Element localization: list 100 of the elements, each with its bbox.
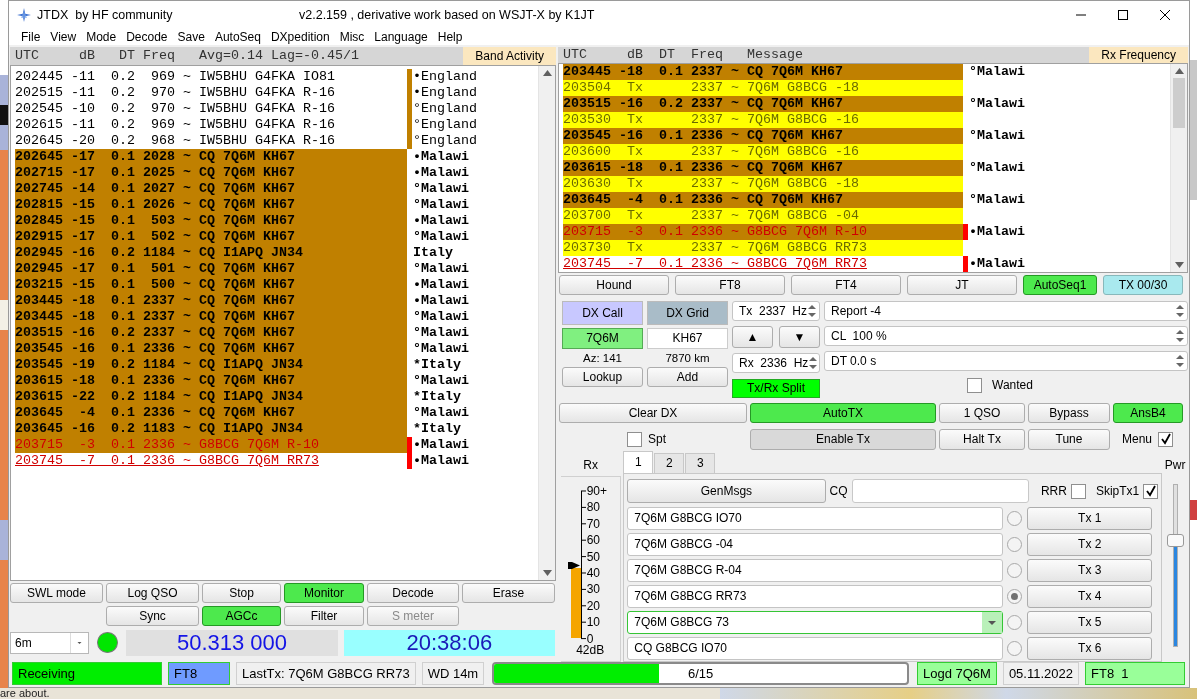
menu-item[interactable]: AutoSeq	[211, 29, 268, 44]
dx-grid-field[interactable]: KH67	[647, 327, 728, 349]
up-button[interactable]: ▲	[732, 325, 773, 348]
control-button[interactable]: Erase	[462, 582, 555, 603]
message-field[interactable]: 7Q6M G8BCG IO70	[627, 506, 1004, 530]
mode-button[interactable]: FT4	[791, 274, 901, 295]
rx-frequency-spinbox[interactable]: Rx 2336 Hz	[732, 352, 820, 373]
control-button[interactable]: Stop	[202, 582, 281, 603]
checkbox[interactable]	[967, 377, 982, 393]
tab[interactable]: 1	[623, 450, 654, 473]
control-button[interactable]: SWL mode	[10, 582, 103, 603]
generate-button[interactable]: GenMsgs	[627, 479, 826, 504]
down-button[interactable]: ▼	[779, 325, 820, 348]
distance-text: 7870 km	[664, 351, 711, 364]
meter-tick-label: 90+	[586, 482, 607, 500]
menu-item[interactable]: Mode	[83, 29, 124, 44]
country-label: °Malawi	[968, 159, 1025, 176]
menu-item[interactable]: File	[18, 29, 48, 44]
menu-item[interactable]: Decode	[123, 29, 175, 44]
radio-button[interactable]	[1007, 588, 1023, 604]
mode-button[interactable]: JT	[907, 274, 1017, 295]
country-label: °Malawi	[412, 324, 469, 341]
mode-button[interactable]: TX 00/30	[1103, 274, 1183, 295]
checkbox[interactable]	[1143, 483, 1159, 499]
checkbox[interactable]	[1158, 431, 1173, 447]
scroll-down-icon[interactable]	[542, 569, 552, 576]
tx-control-button[interactable]: Tune	[1028, 428, 1110, 450]
tx-message-button[interactable]: Tx 6	[1027, 636, 1153, 660]
action-button[interactable]: AutoTX	[750, 402, 936, 423]
message-field[interactable]: 7Q6M G8BCG R-04	[627, 558, 1004, 582]
tx-control-button[interactable]: Enable Tx	[750, 428, 936, 450]
checkbox[interactable]	[1070, 483, 1086, 499]
cq-input-field[interactable]	[851, 479, 1029, 504]
radio-button[interactable]	[1007, 510, 1023, 526]
message-field[interactable]: 7Q6M G8BCG RR73	[627, 584, 1004, 608]
spin-field[interactable]: CL 100 %	[824, 325, 1188, 346]
tx-message-button[interactable]: Tx 4	[1027, 584, 1153, 608]
action-button[interactable]: AnsB4	[1113, 402, 1183, 423]
message-field[interactable]: 7Q6M G8BCG -04	[627, 532, 1004, 556]
action-button[interactable]: Clear DX	[559, 402, 747, 423]
tab[interactable]: 3	[685, 452, 716, 473]
tx-control-button[interactable]: Halt Tx	[939, 428, 1025, 450]
checkbox[interactable]	[627, 431, 642, 447]
menu-item[interactable]: Save	[174, 29, 212, 44]
menu-item[interactable]: DXpedition	[267, 29, 337, 44]
scrollbar-thumb[interactable]	[1173, 77, 1185, 128]
checkbox-label: Wanted	[992, 378, 1033, 393]
message-combo[interactable]: 7Q6M G8BCG 73	[627, 610, 1004, 634]
radio-button[interactable]	[1007, 536, 1023, 552]
mode-button[interactable]: Hound	[559, 274, 669, 295]
spin-arrows-icon[interactable]	[1175, 327, 1185, 344]
menu-item[interactable]: Help	[434, 29, 470, 44]
control-button[interactable]: Sync	[106, 605, 199, 626]
spin-field[interactable]: DT 0.0 s	[824, 350, 1188, 371]
band-combo[interactable]: 6m	[10, 631, 90, 654]
add-button[interactable]: Add	[647, 366, 728, 387]
radio-button[interactable]	[1007, 562, 1023, 578]
control-button[interactable]: Log QSO	[106, 582, 199, 603]
tx-message-button[interactable]: Tx 1	[1027, 506, 1153, 530]
message-field[interactable]: CQ G8BCG IO70	[627, 636, 1004, 660]
menu-item[interactable]: Misc	[336, 29, 372, 44]
country-label: •Malawi	[968, 255, 1025, 272]
tx-message-button[interactable]: Tx 5	[1027, 610, 1153, 634]
radio-button[interactable]	[1007, 640, 1023, 656]
dx-call-field[interactable]: 7Q6M	[562, 327, 643, 349]
control-button[interactable]: AGCc	[202, 605, 281, 626]
scroll-up-icon[interactable]	[542, 69, 552, 76]
scroll-down-icon[interactable]	[1174, 261, 1184, 268]
menu-item[interactable]: Language	[371, 29, 435, 44]
tab[interactable]: 2	[654, 452, 685, 473]
caret-icon[interactable]	[982, 611, 1003, 633]
slider-thumb[interactable]	[1166, 533, 1184, 547]
control-button[interactable]: Decode	[367, 582, 459, 603]
country-label: •Malawi	[412, 164, 469, 181]
tx-frequency-spinbox[interactable]: Tx 2337 Hz	[732, 300, 820, 321]
maximize-icon[interactable]	[1117, 8, 1129, 21]
spin-field[interactable]: Report -4	[824, 300, 1188, 321]
mode-button[interactable]: AutoSeq1	[1023, 274, 1097, 295]
control-button[interactable]: Filter	[284, 605, 364, 626]
lookup-button[interactable]: Lookup	[562, 366, 643, 387]
action-button[interactable]: Bypass	[1028, 402, 1110, 423]
country-label: •England	[412, 84, 477, 101]
spin-arrows-icon[interactable]	[1175, 352, 1185, 369]
radio-button[interactable]	[1007, 614, 1023, 630]
menu-item[interactable]: View	[47, 29, 84, 44]
tx-message-button[interactable]: Tx 2	[1027, 532, 1153, 556]
scroll-up-icon[interactable]	[1174, 67, 1184, 74]
spin-arrows-icon[interactable]	[807, 302, 818, 319]
spin-arrows-icon[interactable]	[808, 354, 819, 371]
close-icon[interactable]	[1159, 8, 1171, 21]
tx-message-button[interactable]: Tx 3	[1027, 558, 1153, 582]
split-toggle[interactable]: Tx/Rx Split	[732, 378, 820, 398]
country-label: °Malawi	[412, 340, 469, 357]
spin-arrows-icon[interactable]	[1175, 302, 1185, 319]
control-button[interactable]: Monitor	[284, 582, 364, 603]
country-label: *Italy	[412, 420, 461, 437]
status-field: Receiving	[12, 661, 162, 685]
meter-tick-label: 60	[586, 532, 601, 549]
action-button[interactable]: 1 QSO	[939, 402, 1025, 423]
mode-button[interactable]: FT8	[675, 274, 785, 295]
